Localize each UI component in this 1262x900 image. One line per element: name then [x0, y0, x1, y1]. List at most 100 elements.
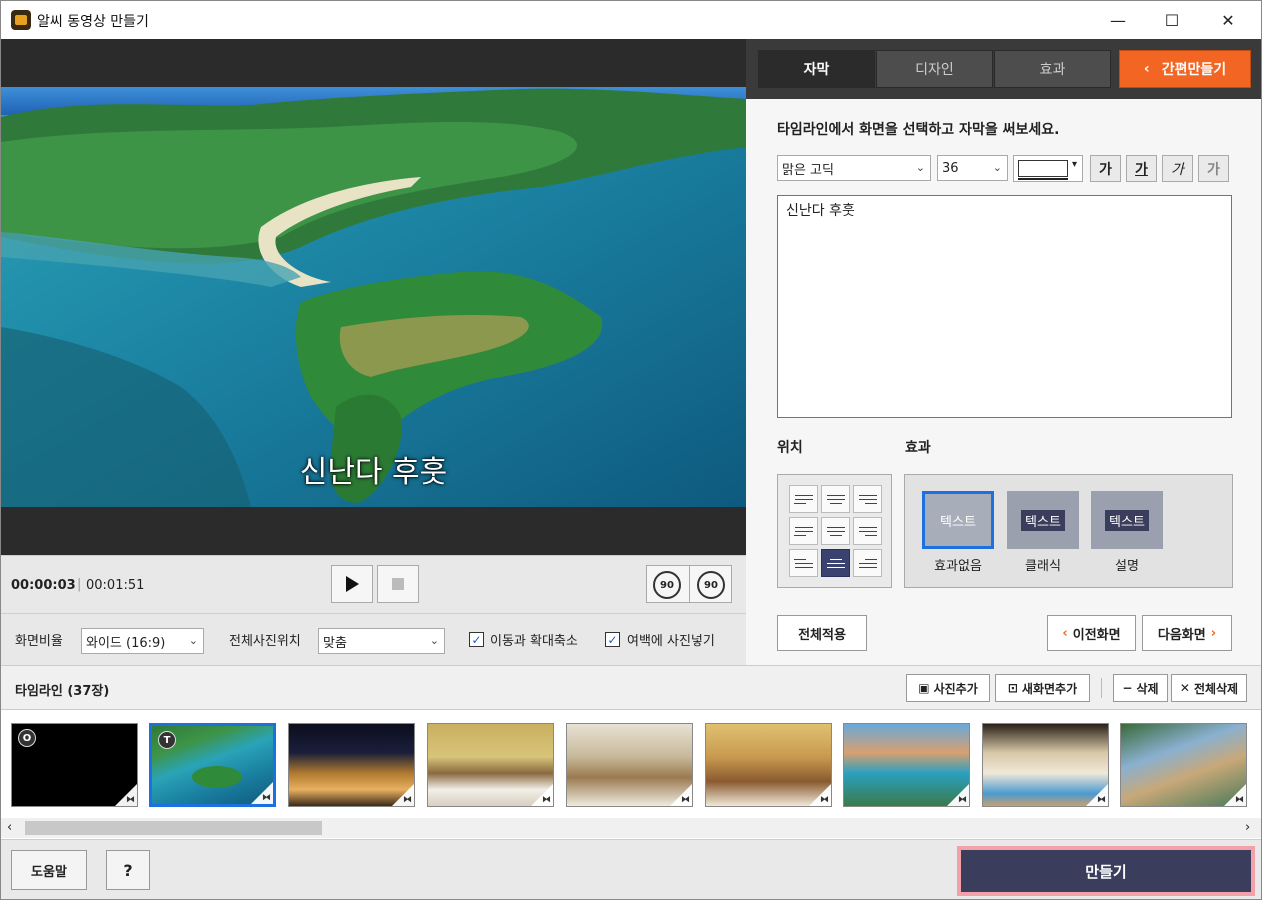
tab-subtitle[interactable]: 자막 [758, 50, 875, 88]
playback-controls: 00:00:03 | 00:01:51 90 90 [1, 555, 746, 613]
transition-icon: ⧓ [1235, 795, 1244, 805]
add-photo-label: 사진추가 [933, 681, 978, 696]
scroll-right-icon[interactable]: › [1245, 820, 1250, 835]
pos-middle-left[interactable] [789, 517, 818, 545]
minimize-button[interactable]: — [1095, 1, 1141, 39]
effect-heading: 효과 [905, 440, 931, 456]
quick-make-label: 간편만들기 [1161, 62, 1227, 78]
tab-bar: 자막 디자인 효과 ‹ 간편만들기 [746, 39, 1261, 99]
apply-all-button[interactable]: 전체적용 [777, 615, 867, 651]
photo-position-label: 전체사진위치 [229, 634, 301, 649]
opening-badge: O [18, 729, 36, 747]
italic-button[interactable]: 가 [1162, 155, 1193, 182]
stop-icon [392, 578, 404, 590]
pos-bottom-left[interactable] [789, 549, 818, 577]
pos-top-right[interactable] [853, 485, 882, 513]
color-swatch [1018, 160, 1068, 177]
horizontal-scrollbar[interactable]: ‹ › [1, 818, 1261, 838]
margin-checkbox[interactable]: ✓ [605, 632, 620, 647]
effect-none[interactable]: 텍스트 [922, 491, 994, 549]
motion-checkbox[interactable]: ✓ [469, 632, 484, 647]
scrollbar-thumb[interactable] [25, 821, 322, 835]
bold-button[interactable]: 가 [1090, 155, 1121, 182]
play-button[interactable] [331, 565, 373, 603]
underline-button[interactable]: 가 [1126, 155, 1157, 182]
window-title: 알씨 동영상 만들기 [37, 14, 149, 30]
chevron-down-icon: ⌄ [992, 161, 1002, 174]
title-bar: 알씨 동영상 만들기 — ☐ ✕ [1, 1, 1261, 39]
close-button[interactable]: ✕ [1205, 1, 1251, 39]
tab-effect[interactable]: 효과 [994, 50, 1111, 88]
timeline-thumb-selected[interactable]: T ⧓ [149, 723, 276, 807]
rotate-left-icon[interactable]: 90 [653, 571, 681, 599]
text-badge: T [158, 731, 176, 749]
timeline-thumb[interactable]: ⧓ [1120, 723, 1247, 807]
footer-bar: 도움말 ? 만들기 [1, 839, 1261, 899]
position-heading: 위치 [777, 440, 803, 456]
help-button[interactable]: 도움말 [11, 850, 87, 890]
effect-description-preview: 텍스트 [1105, 509, 1149, 531]
maximize-button[interactable]: ☐ [1149, 1, 1195, 39]
scroll-left-icon[interactable]: ‹ [7, 820, 12, 835]
pos-top-center[interactable] [821, 485, 850, 513]
add-photo-button[interactable]: ▣ 사진추가 [906, 674, 990, 702]
timeline-thumb[interactable]: ⧓ [705, 723, 832, 807]
effect-classic[interactable]: 텍스트 [1007, 491, 1079, 549]
effect-classic-label: 클래식 [1025, 559, 1061, 574]
app-icon [11, 10, 31, 30]
timeline-thumb[interactable]: O ⧓ [11, 723, 138, 807]
transition-icon: ⧓ [958, 795, 967, 805]
next-screen-label: 다음화면 [1157, 627, 1206, 643]
make-video-button[interactable]: 만들기 [957, 846, 1255, 896]
timeline-strip: O ⧓ T ⧓ ⧓ ⧓ ⧓ ⧓ ⧓ ⧓ ⧓ ‹ › [1, 709, 1261, 839]
rotate-right-icon[interactable]: 90 [697, 571, 725, 599]
photo-position-select[interactable]: 맞춤 ⌄ [318, 628, 445, 654]
delete-button[interactable]: − 삭제 [1113, 674, 1168, 702]
transition-icon: ⧓ [1097, 795, 1106, 805]
color-picker[interactable]: ▾ [1013, 155, 1083, 182]
video-settings: 화면비율 와이드 (16:9) ⌄ 전체사진위치 맞춤 ⌄ ✓ 이동과 확대축소… [1, 613, 746, 665]
color-underline [1018, 178, 1068, 180]
delete-all-button[interactable]: ✕ 전체삭제 [1171, 674, 1247, 702]
pos-bottom-right[interactable] [853, 549, 882, 577]
next-screen-button[interactable]: 다음화면 › [1142, 615, 1232, 651]
font-size-select[interactable]: 36 ⌄ [937, 155, 1008, 181]
subtitle-instruction: 타임라인에서 화면을 선택하고 자막을 써보세요. [777, 122, 1060, 138]
add-screen-button[interactable]: ⊡ 새화면추가 [995, 674, 1090, 702]
effect-none-preview: 텍스트 [940, 514, 976, 530]
font-select[interactable]: 맑은 고딕 ⌄ [777, 155, 931, 181]
prev-screen-button[interactable]: ‹ 이전화면 [1047, 615, 1136, 651]
effect-description-label: 설명 [1115, 559, 1139, 574]
question-button[interactable]: ? [106, 850, 150, 890]
timeline-thumb[interactable]: ⧓ [843, 723, 970, 807]
timeline-label: 타임라인 (37장) [15, 684, 110, 699]
subtitle-text-input[interactable]: 신난다 후훗 [777, 195, 1232, 418]
transition-icon: ⧓ [262, 793, 271, 803]
strikethrough-button[interactable]: 가 [1198, 155, 1229, 182]
timeline-thumb[interactable]: ⧓ [982, 723, 1109, 807]
chevron-left-icon: ‹ [1062, 625, 1068, 641]
effect-description[interactable]: 텍스트 [1091, 491, 1163, 549]
timeline-thumb[interactable]: ⧓ [427, 723, 554, 807]
subtitle-overlay: 신난다 후훗 [299, 455, 448, 490]
effect-none-label: 효과없음 [934, 559, 982, 574]
pos-middle-right[interactable] [853, 517, 882, 545]
tab-design[interactable]: 디자인 [876, 50, 993, 88]
transition-icon: ⧓ [403, 795, 412, 805]
preview-image [1, 87, 746, 507]
ratio-select[interactable]: 와이드 (16:9) ⌄ [81, 628, 204, 654]
pos-middle-center[interactable] [821, 517, 850, 545]
chevron-right-icon: › [1210, 625, 1217, 641]
x-icon: ✕ [1179, 681, 1190, 695]
motion-label: 이동과 확대축소 [490, 634, 578, 649]
pos-bottom-center[interactable] [821, 549, 850, 577]
timeline-thumb[interactable]: ⧓ [288, 723, 415, 807]
transition-icon: ⧓ [126, 795, 135, 805]
stop-button[interactable] [377, 565, 419, 603]
pos-top-left[interactable] [789, 485, 818, 513]
timeline-thumb[interactable]: ⧓ [566, 723, 693, 807]
quick-make-button[interactable]: ‹ 간편만들기 [1119, 50, 1251, 88]
total-time: 00:01:51 [86, 578, 145, 593]
chevron-down-icon: ⌄ [915, 161, 925, 174]
delete-label: 삭제 [1136, 681, 1159, 696]
